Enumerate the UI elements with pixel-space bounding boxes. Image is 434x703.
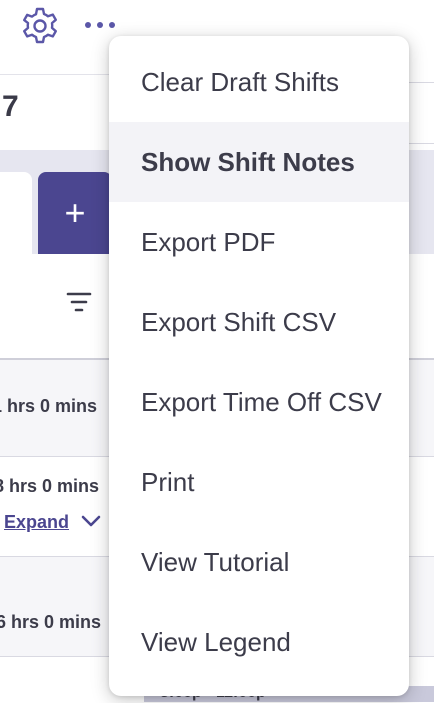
view-tab[interactable] [0, 172, 32, 254]
more-options-menu: Clear Draft Shifts Show Shift Notes Expo… [109, 36, 409, 696]
expand-link[interactable]: Expand [4, 512, 69, 533]
row-hours-total: 6 hrs 0 mins [0, 612, 102, 632]
chevron-down-icon[interactable] [80, 513, 102, 529]
menu-item-clear-draft-shifts[interactable]: Clear Draft Shifts [109, 42, 409, 122]
menu-item-export-shift-csv[interactable]: Export Shift CSV [109, 282, 409, 362]
menu-item-view-legend[interactable]: View Legend [109, 602, 409, 682]
settings-gear-icon[interactable] [20, 6, 60, 46]
menu-item-show-shift-notes[interactable]: Show Shift Notes [109, 122, 409, 202]
row-hours-total: 1 hrs 0 mins [0, 396, 98, 416]
menu-item-export-time-off-csv[interactable]: Export Time Off CSV [109, 362, 409, 442]
menu-item-export-pdf[interactable]: Export PDF [109, 202, 409, 282]
row-hours-total: 8 hrs 0 mins [0, 476, 100, 496]
toolbar-divider [0, 74, 120, 75]
week-number: 7 [2, 90, 19, 123]
plus-icon: + [64, 192, 86, 233]
more-options-ellipsis-icon[interactable] [84, 14, 120, 36]
filter-icon[interactable] [66, 290, 92, 314]
add-shift-button[interactable]: + [38, 172, 112, 254]
menu-item-view-tutorial[interactable]: View Tutorial [109, 522, 409, 602]
menu-item-print[interactable]: Print [109, 442, 409, 522]
